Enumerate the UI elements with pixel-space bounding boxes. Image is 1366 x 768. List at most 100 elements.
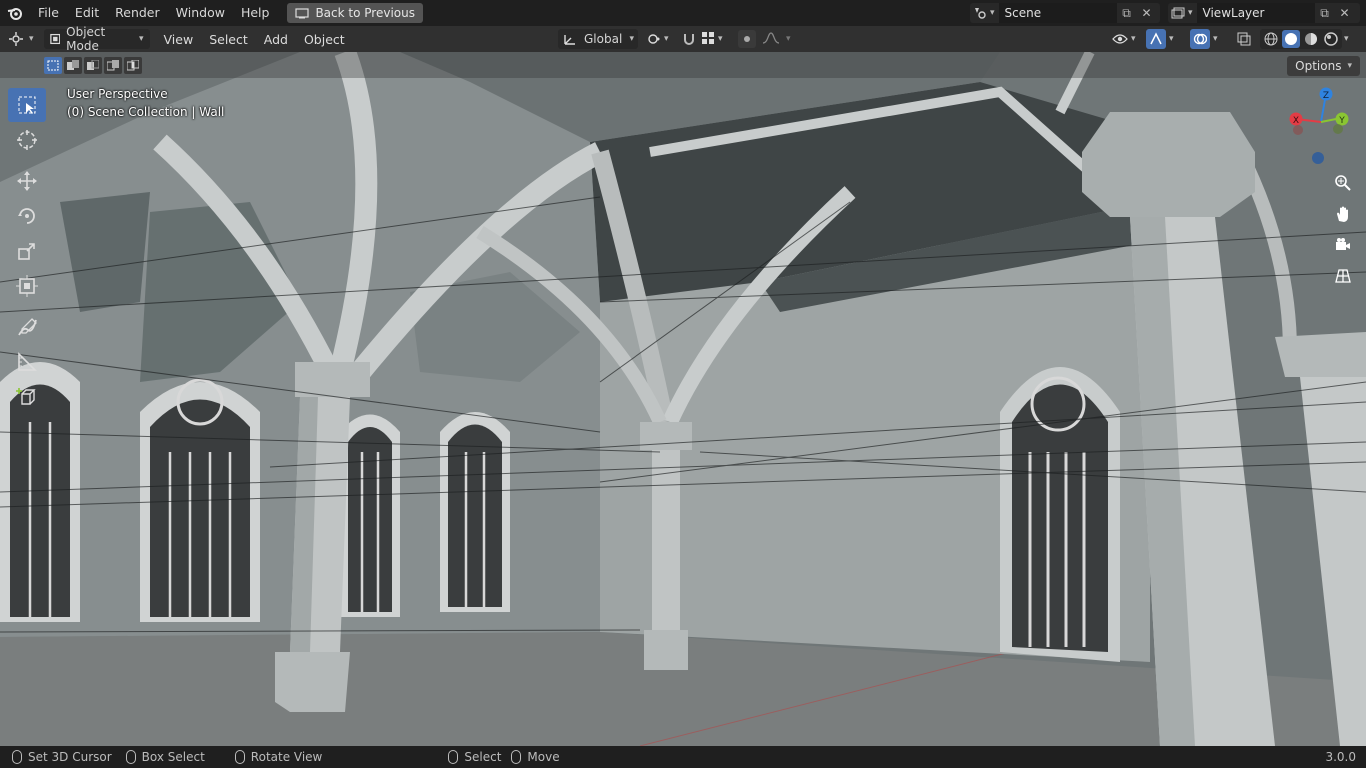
- snap-increment-icon[interactable]: [702, 31, 714, 47]
- proportional-edit-group: ▾: [738, 29, 791, 49]
- transform-tool-icon[interactable]: [8, 269, 46, 303]
- menu-edit[interactable]: Edit: [67, 0, 107, 26]
- overlays-toggle[interactable]: ▾: [1190, 29, 1218, 49]
- xray-toggle[interactable]: [1236, 29, 1252, 49]
- status-select: Select: [448, 750, 501, 764]
- select-intersect-icon[interactable]: [124, 57, 142, 74]
- rotate-tool-icon[interactable]: [8, 199, 46, 233]
- select-invert-icon[interactable]: [104, 57, 122, 74]
- view-layer-name-field[interactable]: ViewLayer: [1196, 3, 1315, 23]
- pan-hand-icon[interactable]: [1330, 201, 1356, 227]
- mouse-left-icon: [448, 750, 459, 764]
- proportional-edit-icon[interactable]: [738, 30, 756, 48]
- orientation-icon: [564, 35, 575, 45]
- mouse-left-icon: [12, 750, 22, 764]
- measure-tool-icon[interactable]: [8, 345, 46, 379]
- chevron-down-icon: ▾: [718, 34, 723, 44]
- add-cube-tool-icon[interactable]: [8, 380, 46, 414]
- scene-icon: [970, 3, 990, 23]
- scene-name-field[interactable]: Scene: [998, 3, 1117, 23]
- cursor-tool-icon[interactable]: [8, 123, 46, 157]
- chevron-down-icon: ▾: [29, 34, 34, 44]
- chevron-down-icon: ▾: [1188, 8, 1193, 18]
- menu-object[interactable]: Object: [296, 32, 353, 47]
- scale-tool-icon[interactable]: [8, 234, 46, 268]
- close-icon[interactable]: ✕: [1137, 3, 1157, 23]
- selection-mode-buttons: [44, 57, 142, 74]
- new-scene-icon[interactable]: ⧉: [1117, 3, 1137, 23]
- status-set-cursor-label: Set 3D Cursor: [28, 750, 112, 764]
- gizmo-neg-z[interactable]: [1312, 152, 1324, 164]
- solid-shading-icon[interactable]: [1282, 30, 1300, 48]
- menu-help[interactable]: Help: [233, 0, 278, 26]
- chevron-down-icon: ▾: [139, 34, 144, 44]
- annotate-tool-icon[interactable]: [8, 310, 46, 344]
- zoom-icon[interactable]: [1330, 170, 1356, 196]
- shading-options-chevron-icon[interactable]: ▾: [1344, 34, 1349, 44]
- screen-icon: [295, 7, 310, 18]
- chevron-down-icon: ▾: [1213, 34, 1218, 44]
- rendered-shading-icon[interactable]: [1322, 30, 1340, 48]
- mode-dropdown[interactable]: Object Mode ▾: [43, 25, 150, 53]
- gizmo-toggle[interactable]: ▾: [1146, 29, 1174, 49]
- gizmo-z-label: Z: [1323, 91, 1329, 101]
- close-icon[interactable]: ✕: [1335, 3, 1355, 23]
- object-mode-icon: [49, 33, 60, 45]
- xray-icon: [1237, 32, 1251, 46]
- new-view-layer-icon[interactable]: ⧉: [1315, 3, 1335, 23]
- back-to-previous-button[interactable]: Back to Previous: [287, 3, 423, 23]
- perspective-toggle-icon[interactable]: [1330, 263, 1356, 289]
- select-new-icon[interactable]: [44, 57, 62, 74]
- status-rotate-view: Rotate View: [234, 750, 322, 764]
- menu-select[interactable]: Select: [201, 32, 256, 47]
- select-box-tool-icon[interactable]: [8, 88, 46, 122]
- overlays-icon: [1190, 29, 1210, 49]
- chevron-down-icon: ▾: [990, 8, 995, 18]
- status-box-select-label: Box Select: [141, 750, 205, 764]
- viewport-header: ▾ Object Mode ▾ View Select Add Object G…: [0, 25, 1366, 53]
- mouse-drag-icon: [511, 750, 522, 764]
- status-box-select: Box Select: [125, 750, 205, 764]
- view-layer-icon: [1168, 3, 1188, 23]
- blender-logo-icon[interactable]: [0, 0, 30, 26]
- perspective-label: User Perspective: [67, 87, 168, 101]
- editor-type-button[interactable]: ▾: [8, 29, 34, 49]
- select-extend-icon[interactable]: [64, 57, 82, 74]
- snap-icon[interactable]: [680, 30, 698, 48]
- status-bar: Set 3D Cursor Box Select Rotate View Sel…: [0, 746, 1366, 768]
- options-dropdown[interactable]: Options ▾: [1287, 56, 1360, 76]
- navigation-gizmo[interactable]: Z X Y: [1286, 84, 1356, 164]
- eye-icon: [1112, 34, 1128, 44]
- mouse-middle-icon: [234, 750, 245, 764]
- chevron-down-icon: ▾: [1169, 34, 1174, 44]
- menu-view[interactable]: View: [156, 32, 202, 47]
- move-tool-icon[interactable]: [8, 164, 46, 198]
- 3d-viewport[interactable]: Options ▾ User Perspective (0) Scene Col…: [0, 52, 1366, 746]
- menu-add[interactable]: Add: [256, 32, 296, 47]
- menu-file[interactable]: File: [30, 0, 67, 26]
- pivot-point-button[interactable]: ▾: [646, 29, 669, 49]
- camera-view-icon[interactable]: [1330, 232, 1356, 258]
- scene-selector[interactable]: ▾ Scene ⧉ ✕: [970, 3, 1160, 23]
- viewport-header-overlay: [0, 52, 1366, 78]
- menu-render[interactable]: Render: [107, 0, 168, 26]
- back-to-previous-label: Back to Previous: [315, 6, 415, 20]
- wireframe-shading-icon[interactable]: [1262, 30, 1280, 48]
- visibility-button[interactable]: ▾: [1112, 29, 1136, 49]
- view-layer-selector[interactable]: ▾ ViewLayer ⧉ ✕: [1168, 3, 1360, 23]
- chevron-down-icon: ▾: [1131, 34, 1136, 44]
- options-label: Options: [1295, 59, 1342, 73]
- status-move: Move: [511, 750, 560, 764]
- select-subtract-icon[interactable]: [84, 57, 102, 74]
- chevron-down-icon: ▾: [664, 34, 669, 44]
- orientation-dropdown[interactable]: Global ▾: [558, 29, 638, 49]
- navigation-buttons: [1330, 170, 1356, 294]
- falloff-icon[interactable]: [762, 31, 780, 47]
- gizmo-neg-x[interactable]: [1293, 125, 1303, 135]
- blender-window: File Edit Render Window Help Back to Pre…: [0, 0, 1366, 768]
- gizmo-y-label: Y: [1338, 116, 1345, 126]
- material-shading-icon[interactable]: [1302, 30, 1320, 48]
- orientation-label: Global: [584, 32, 623, 46]
- menu-window[interactable]: Window: [168, 0, 233, 26]
- status-move-label: Move: [527, 750, 560, 764]
